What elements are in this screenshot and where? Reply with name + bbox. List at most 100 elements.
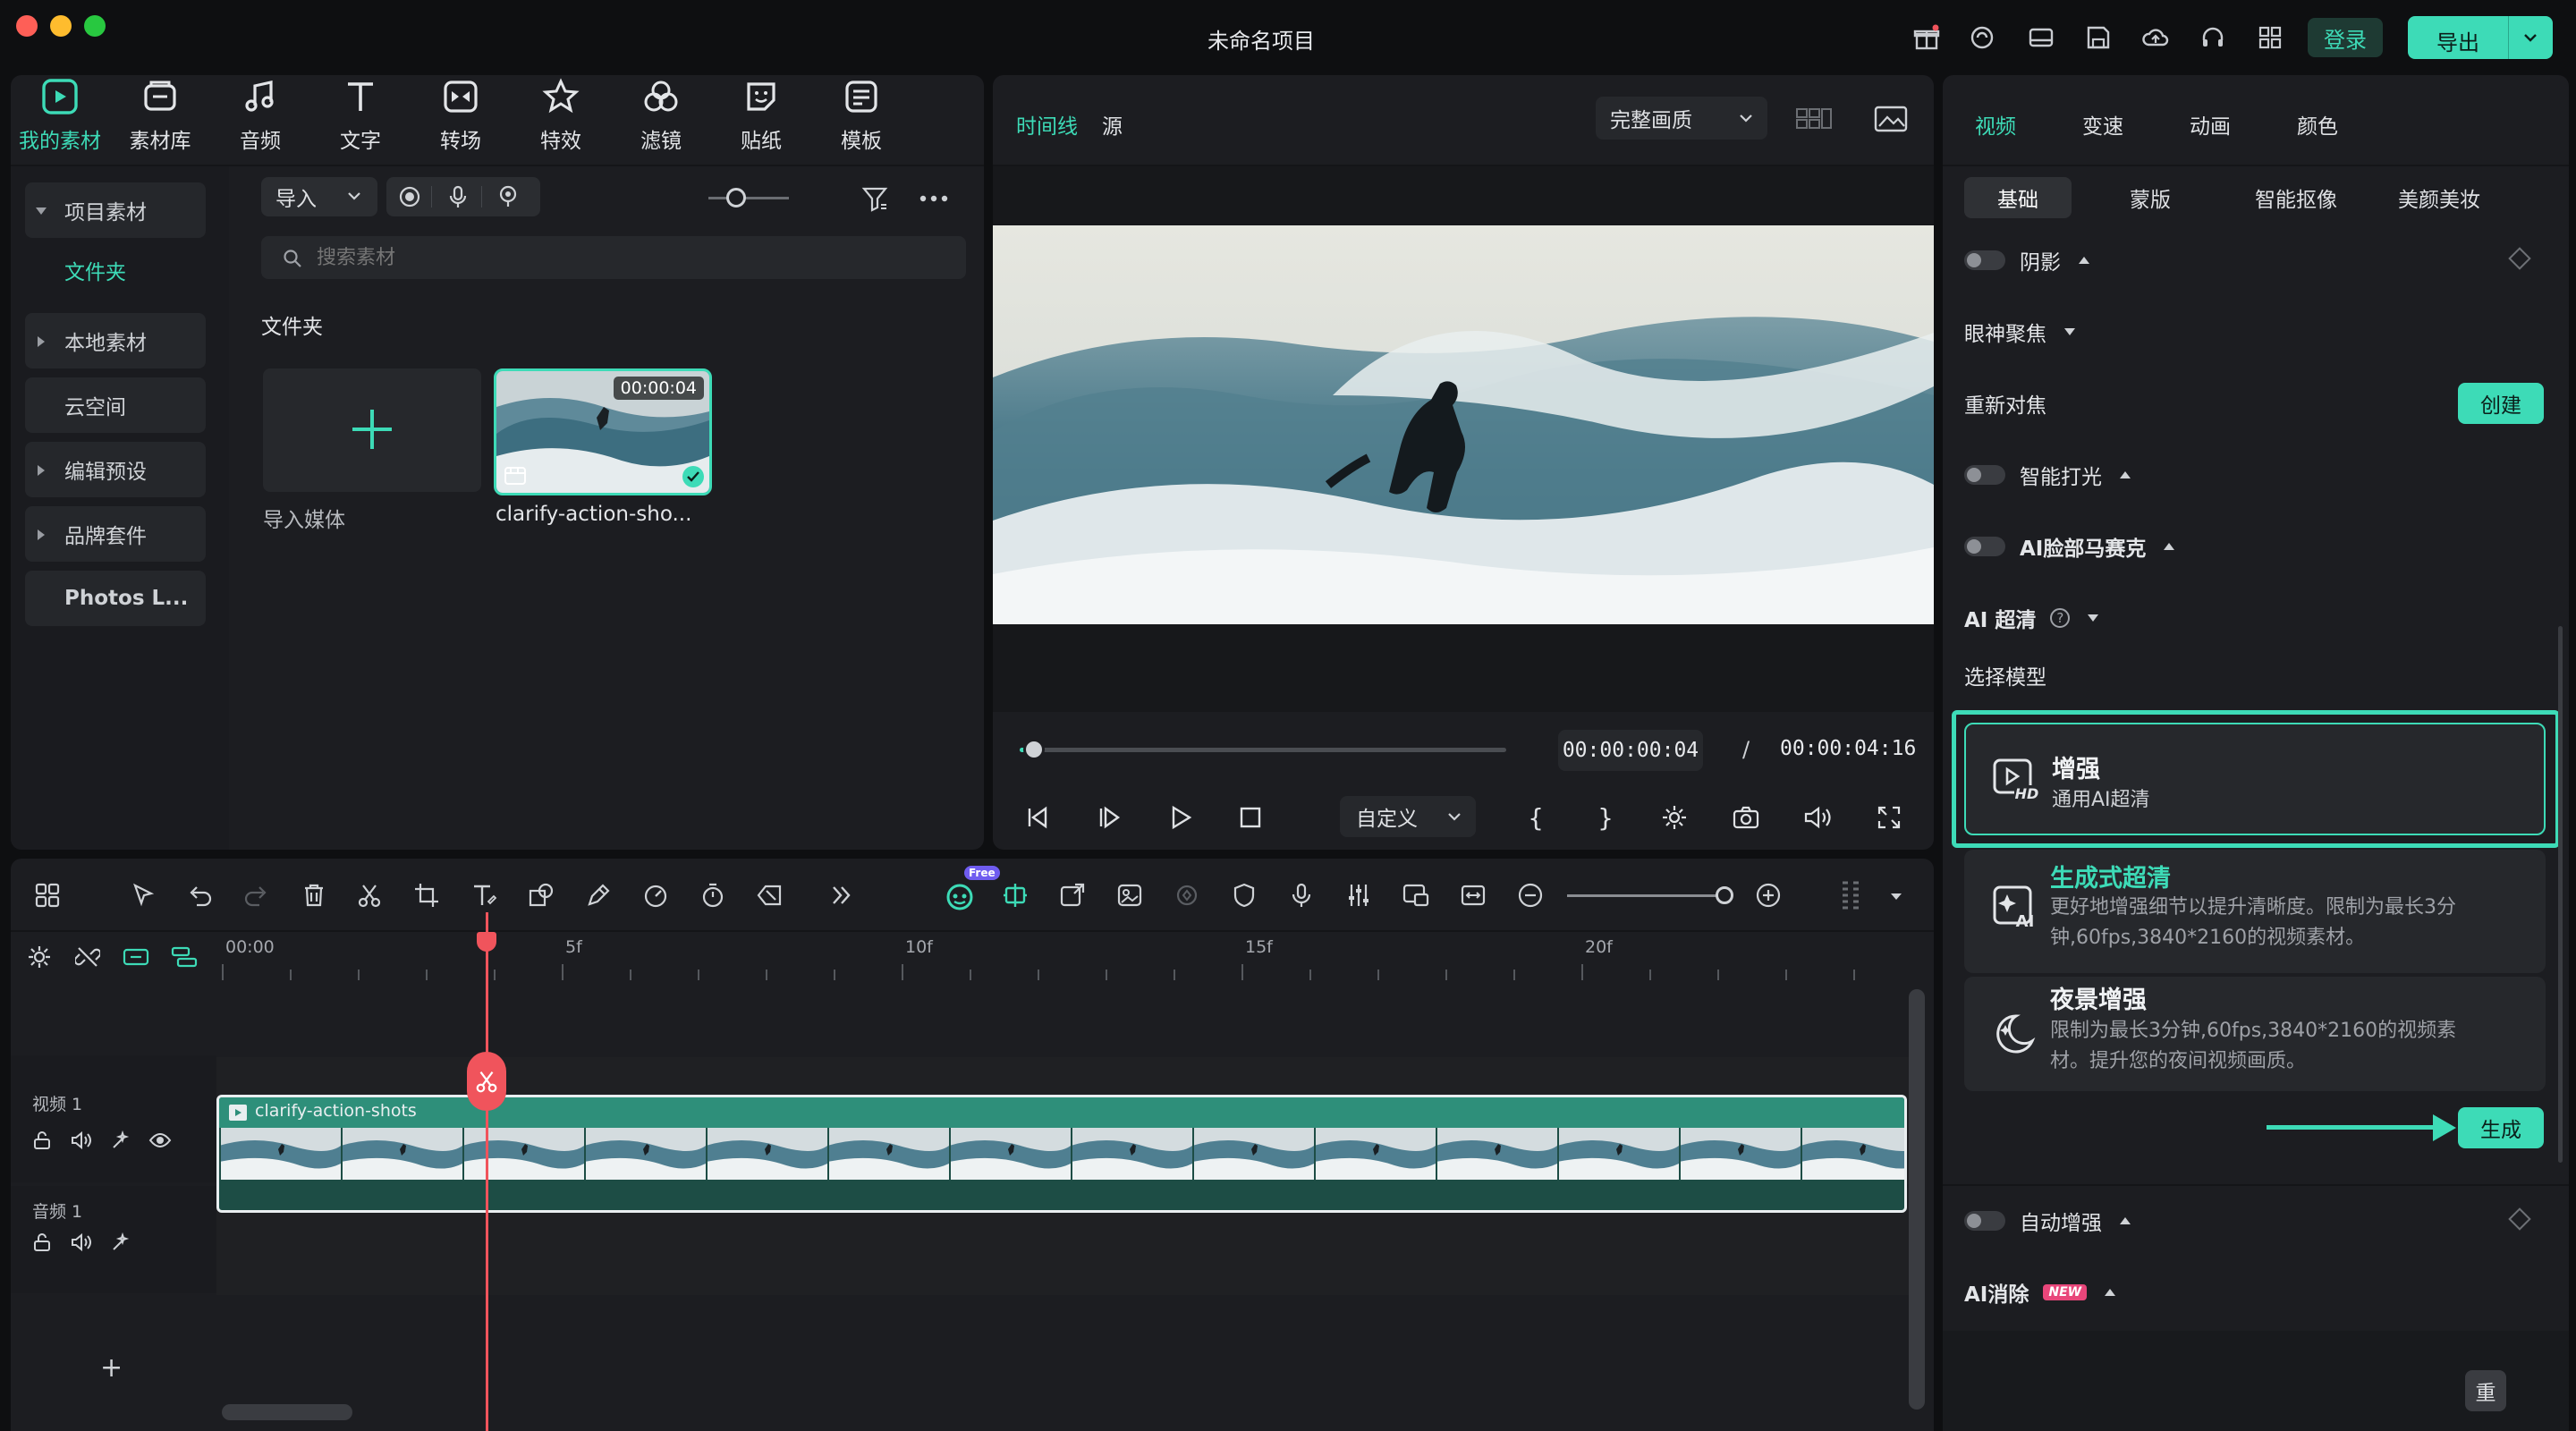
render-settings-icon[interactable] — [1657, 800, 1692, 835]
playback-progress-track[interactable] — [1020, 748, 1506, 752]
tab-color[interactable]: 颜色 — [2297, 109, 2338, 140]
model-card-night[interactable]: 夜景增强 限制为最长3分钟,60fps,3840*2160的视频素材。提升您的夜… — [1964, 977, 2546, 1091]
nav-audio[interactable]: 音频 — [211, 75, 309, 156]
nav-my-media[interactable]: 我的素材 — [11, 75, 109, 156]
export-button[interactable]: 导出 — [2408, 16, 2553, 59]
save-icon[interactable] — [2080, 20, 2116, 55]
add-track-button[interactable]: + — [100, 1352, 123, 1384]
time-ruler[interactable]: 00:00 5f 10f 15f 20f — [216, 932, 1907, 986]
layout-icon[interactable] — [2023, 20, 2059, 55]
sidebar-item-photos-library[interactable]: Photos L... — [25, 571, 206, 626]
zoom-slider[interactable] — [1567, 894, 1728, 897]
select-cursor-icon[interactable] — [122, 873, 166, 918]
tab-speed[interactable]: 变速 — [2082, 109, 2123, 140]
subtab-basic[interactable]: 基础 — [1964, 177, 2072, 218]
split-scissors-icon[interactable] — [347, 873, 392, 918]
stabilize-icon[interactable] — [1165, 873, 1209, 918]
ratio-dropdown[interactable]: 自定义 — [1340, 796, 1476, 837]
nav-filter[interactable]: 滤镜 — [612, 75, 710, 156]
layout-grid-icon[interactable] — [25, 873, 70, 918]
link-track-icon[interactable] — [118, 939, 154, 975]
generate-button[interactable]: 生成 — [2458, 1107, 2544, 1148]
ai-image-icon[interactable] — [1107, 873, 1152, 918]
zoom-in-icon[interactable] — [1746, 873, 1791, 918]
prev-frame-icon[interactable] — [1020, 800, 1055, 835]
nav-effects[interactable]: 特效 — [512, 75, 610, 156]
sidebar-item-local-media[interactable]: 本地素材 — [25, 313, 206, 368]
subtab-smart-cutout[interactable]: 智能抠像 — [2220, 177, 2372, 218]
volume-icon[interactable] — [1800, 800, 1835, 835]
tab-timeline[interactable]: 时间线 — [1016, 109, 1078, 140]
auto-enhance-toggle[interactable] — [1964, 1211, 2005, 1231]
zoom-out-icon[interactable] — [1508, 873, 1553, 918]
lock-icon[interactable] — [29, 1229, 55, 1256]
expand-icon[interactable] — [2064, 328, 2075, 335]
mask-shield-icon[interactable] — [1222, 873, 1267, 918]
nav-text[interactable]: 文字 — [311, 75, 410, 156]
mute-speaker-icon[interactable] — [68, 1229, 95, 1256]
collapse-icon[interactable] — [2079, 257, 2089, 264]
tab-source[interactable]: 源 — [1102, 109, 1123, 140]
import-media-tile[interactable] — [263, 368, 481, 492]
search-input[interactable] — [317, 241, 943, 274]
nav-sticker[interactable]: 贴纸 — [712, 75, 810, 156]
magic-wand-icon[interactable] — [107, 1229, 134, 1256]
keyframe-diamond-icon[interactable] — [2508, 247, 2531, 270]
horizontal-scrollbar[interactable] — [222, 1404, 352, 1420]
camera-snapshot-icon[interactable] — [1728, 800, 1764, 835]
minimize-window-button[interactable] — [50, 15, 72, 37]
fit-width-icon[interactable] — [1451, 873, 1496, 918]
ai-tag-icon[interactable] — [748, 873, 792, 918]
cloud-upload-icon[interactable] — [2138, 20, 2174, 55]
text-tool-icon[interactable] — [462, 873, 506, 918]
playback-handle[interactable] — [1023, 739, 1046, 760]
collapse-icon[interactable] — [2105, 1289, 2116, 1296]
mark-out-icon[interactable]: } — [1590, 800, 1621, 835]
search-box[interactable] — [261, 236, 966, 279]
face-mosaic-toggle[interactable] — [1964, 537, 2005, 556]
keyframe-diamond-icon[interactable] — [2508, 1207, 2531, 1231]
record-screen-icon[interactable] — [395, 183, 424, 210]
add-track-icon[interactable] — [166, 939, 202, 975]
video-preview-frame[interactable] — [993, 225, 1934, 624]
mute-speaker-icon[interactable] — [68, 1127, 95, 1154]
playhead-line[interactable] — [486, 912, 488, 1431]
shape-icon[interactable] — [519, 873, 564, 918]
collapse-icon[interactable] — [2164, 543, 2175, 550]
crop-icon[interactable] — [404, 873, 449, 918]
nav-transition[interactable]: 转场 — [411, 75, 510, 156]
timeline-video-clip[interactable]: clarify-action-shots — [216, 1095, 1907, 1213]
grid-view-icon[interactable] — [1794, 104, 1834, 134]
model-card-generative[interactable]: AI 生成式超清 更好地增强细节以提升清晰度。限制为最长3分钟,60fps,38… — [1964, 850, 2546, 973]
auto-cut-icon[interactable] — [993, 873, 1038, 918]
apps-grid-icon[interactable] — [2252, 20, 2288, 55]
collapse-icon[interactable] — [2120, 471, 2131, 478]
collapse-icon[interactable] — [2120, 1217, 2131, 1224]
zoom-slider-handle[interactable] — [1716, 886, 1733, 904]
subtab-beauty[interactable]: 美颜美妆 — [2363, 177, 2515, 218]
more-tools-chevron-icon[interactable] — [819, 873, 864, 918]
record-voice-icon[interactable] — [1279, 873, 1324, 918]
next-frame-icon[interactable] — [1091, 800, 1127, 835]
thumbnail-size-slider[interactable] — [708, 197, 789, 199]
sidebar-item-folder[interactable]: 文件夹 — [25, 243, 206, 297]
support-icon[interactable] — [1964, 20, 2000, 55]
sidebar-item-presets[interactable]: 编辑预设 — [25, 442, 206, 497]
gift-icon[interactable] — [1909, 20, 1945, 55]
subtab-mask[interactable]: 蒙版 — [2097, 177, 2204, 218]
tab-video[interactable]: 视频 — [1975, 109, 2016, 140]
replace-media-icon[interactable] — [1050, 873, 1095, 918]
lock-icon[interactable] — [29, 1127, 55, 1154]
stop-icon[interactable] — [1233, 800, 1268, 835]
fullscreen-icon[interactable] — [1871, 800, 1907, 835]
mark-in-icon[interactable]: { — [1521, 800, 1551, 835]
props-scrollbar[interactable] — [2558, 626, 2563, 1163]
chevron-down-icon[interactable] — [1891, 893, 1902, 900]
zoom-window-button[interactable] — [84, 15, 106, 37]
sidebar-item-cloud[interactable]: 云空间 — [25, 377, 206, 433]
eye-visibility-icon[interactable] — [147, 1127, 174, 1154]
split-scissors-icon[interactable] — [467, 1052, 506, 1111]
create-button[interactable]: 创建 — [2458, 383, 2544, 424]
sidebar-item-brand-kit[interactable]: 品牌套件 — [25, 506, 206, 562]
shadow-toggle[interactable] — [1964, 250, 2005, 270]
